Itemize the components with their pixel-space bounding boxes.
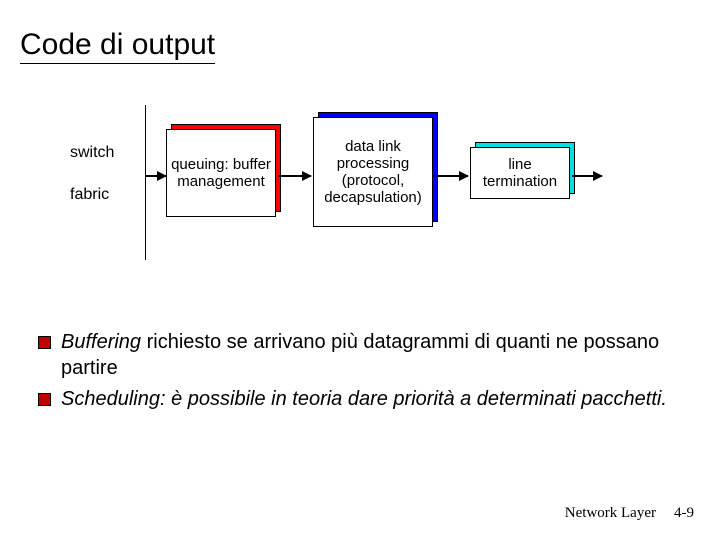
line-box: line termination <box>470 147 570 199</box>
datalink-box: data link processing (protocol, decapsul… <box>313 117 433 227</box>
arrow-2 <box>278 175 311 177</box>
arrow-4 <box>572 175 602 177</box>
switch-label: switch <box>70 143 114 163</box>
separator-line <box>145 105 146 260</box>
arrow-1 <box>146 175 166 177</box>
bullet-item: Scheduling: è possibile in teoria dare p… <box>38 387 678 413</box>
switch-fabric-label: switch fabric <box>70 143 114 205</box>
arrow-3 <box>435 175 468 177</box>
bullet-emph: Scheduling: è possibile in teoria dare p… <box>61 388 667 410</box>
footer-label: Network Layer <box>565 505 656 522</box>
queuing-box: queuing: buffer management <box>166 129 276 217</box>
bullet-text: Buffering richiesto se arrivano più data… <box>61 330 678 381</box>
bullet-item: Buffering richiesto se arrivano più data… <box>38 330 678 381</box>
bullet-marker-icon <box>38 393 51 406</box>
slide-title: Code di output <box>20 28 215 64</box>
bullet-emph: Buffering <box>61 331 141 353</box>
footer-page: 4-9 <box>674 505 694 522</box>
output-port-diagram: switch fabric queuing: buffer management… <box>70 105 610 265</box>
bullet-text: Scheduling: è possibile in teoria dare p… <box>61 387 678 413</box>
bullet-rest: richiesto se arrivano più datagrammi di … <box>61 331 659 379</box>
bullet-marker-icon <box>38 336 51 349</box>
fabric-label: fabric <box>70 185 114 205</box>
slide-footer: Network Layer 4-9 <box>565 505 694 522</box>
bullet-list: Buffering richiesto se arrivano più data… <box>38 330 678 419</box>
